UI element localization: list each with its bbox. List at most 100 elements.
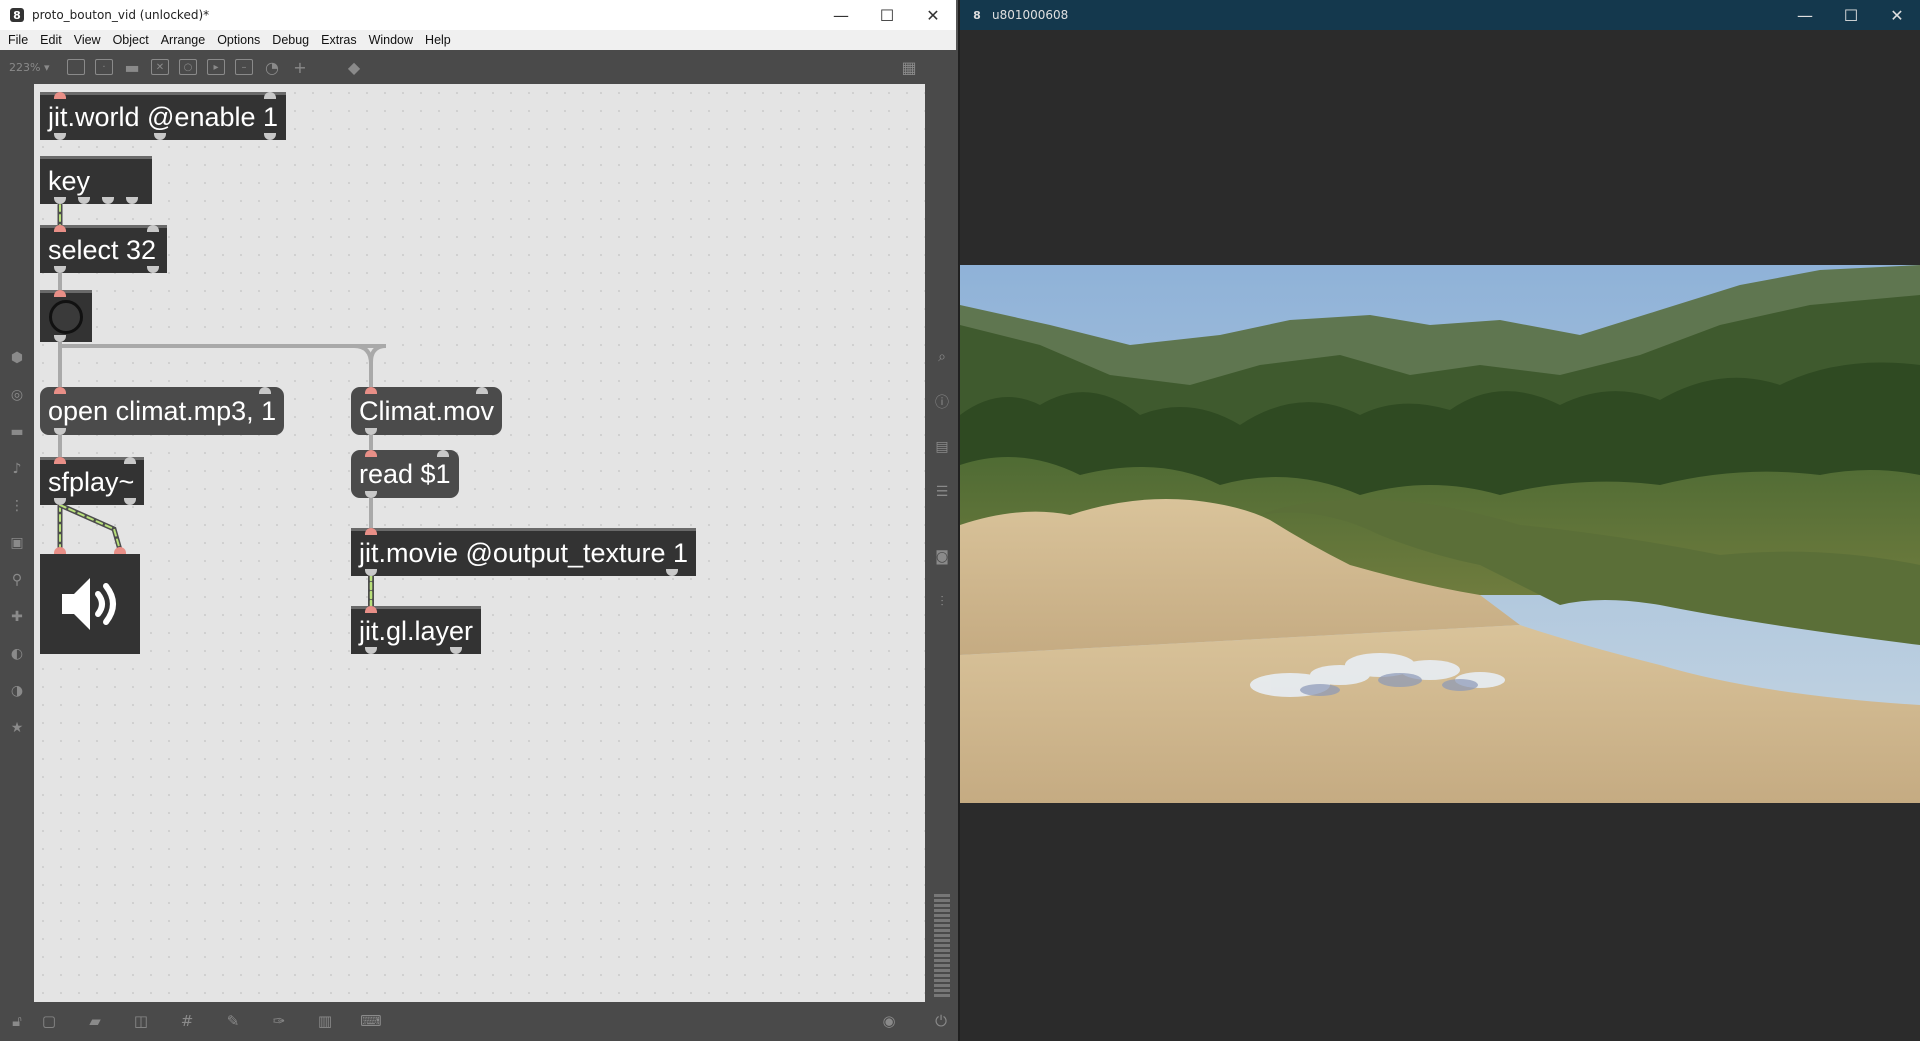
right-sidebar: ⌕ ⓘ ▤ ☰ ◙ ⫶	[925, 84, 958, 1002]
puzzle-icon[interactable]: ✚	[8, 608, 26, 626]
comment-icon[interactable]: ▬	[123, 58, 141, 77]
max-window-title: proto_bouton_vid (unlocked)*	[32, 8, 210, 22]
menu-object[interactable]: Object	[107, 30, 155, 50]
target-icon[interactable]: ◎	[8, 386, 26, 404]
read-msg-inlet[interactable]	[365, 450, 377, 457]
key-label: key	[48, 166, 91, 196]
menu-debug[interactable]: Debug	[266, 30, 315, 50]
cube-icon[interactable]: ⬢	[8, 349, 26, 367]
climat-msg-inlet[interactable]	[365, 387, 377, 394]
minimize-button[interactable]: —	[818, 0, 864, 30]
music-note-icon[interactable]: ♪	[8, 460, 26, 478]
jit-gl-layer-label: jit.gl.layer	[359, 616, 474, 646]
speaker-icon	[62, 578, 116, 630]
toggle-icon[interactable]: ▸	[207, 59, 225, 75]
camera-icon[interactable]: ◙	[933, 548, 951, 566]
jitter-close-button[interactable]: ✕	[1874, 0, 1920, 30]
presentation-icon[interactable]	[67, 59, 85, 75]
ezdac-speaker-object[interactable]	[40, 554, 140, 654]
jitter-titlebar[interactable]: 8 u801000608 — ☐ ✕	[960, 0, 1920, 30]
bang-inlet[interactable]	[54, 290, 66, 297]
sfplay-inlet[interactable]	[54, 457, 66, 464]
layers-icon[interactable]: ◫	[132, 1012, 150, 1030]
sfplay-inlet-right[interactable]	[124, 457, 136, 464]
open-msg-inlet[interactable]	[54, 387, 66, 394]
patch-canvas[interactable]: jit.world @enable 1 key select 32 open c…	[34, 84, 925, 1002]
star-icon[interactable]: ★	[8, 719, 26, 737]
info-circle-icon[interactable]: ◑	[8, 682, 26, 700]
add-icon[interactable]: +	[291, 58, 309, 77]
jit-world-label: jit.world @enable 1	[48, 102, 279, 132]
menu-arrange[interactable]: Arrange	[155, 30, 211, 50]
tracks-icon[interactable]: ⋮	[8, 497, 26, 515]
max-app-icon: 8	[10, 8, 24, 22]
grid-icon[interactable]: ▦	[900, 58, 918, 77]
jit-gl-layer-inlet[interactable]	[365, 606, 377, 613]
climat-msg-inlet-right[interactable]	[476, 387, 488, 394]
book-icon[interactable]: ▤	[933, 438, 951, 456]
zoom-level[interactable]: 223% ▾	[9, 61, 67, 74]
sfplay-label: sfplay~	[48, 467, 135, 497]
paint-icon[interactable]: ◆	[345, 58, 363, 77]
bang-ring-icon	[49, 300, 83, 334]
jitter-minimize-button[interactable]: —	[1782, 0, 1828, 30]
jit-movie-inlet[interactable]	[365, 528, 377, 535]
max-window-controls: — ☐ ✕	[818, 0, 956, 30]
lock-icon[interactable]: 🔓︎	[8, 1012, 26, 1030]
wrench-icon[interactable]: ✑	[270, 1012, 288, 1030]
menu-bar: File Edit View Object Arrange Options De…	[0, 30, 956, 50]
number-icon[interactable]: –	[235, 59, 253, 75]
jitter-maximize-button[interactable]: ☐	[1828, 0, 1874, 30]
link-icon[interactable]: ⚲	[8, 571, 26, 589]
menu-window[interactable]: Window	[363, 30, 419, 50]
close-button[interactable]: ✕	[910, 0, 956, 30]
jit-world-inlet-right[interactable]	[264, 92, 276, 99]
panel-icon[interactable]: ▬	[8, 423, 26, 441]
message-icon[interactable]: ✕	[151, 59, 169, 75]
menu-extras[interactable]: Extras	[315, 30, 362, 50]
select-label: select 32	[48, 235, 157, 265]
jitter-render-window: 8 u801000608 — ☐ ✕	[960, 0, 1920, 1041]
menu-edit[interactable]: Edit	[34, 30, 68, 50]
maximize-button[interactable]: ☐	[864, 0, 910, 30]
comment-bubble-icon[interactable]: ▰	[86, 1012, 104, 1030]
ezdac-inlet-right[interactable]	[114, 547, 126, 554]
object-icon[interactable]: ·	[95, 59, 113, 75]
left-toolbar: ⬢ ◎ ▬ ♪ ⋮ ▣ ⚲ ✚ ◐ ◑ ★	[0, 84, 34, 1002]
menu-file[interactable]: File	[0, 30, 34, 50]
image-icon[interactable]: ▣	[8, 534, 26, 552]
menu-help[interactable]: Help	[419, 30, 457, 50]
dial-icon[interactable]: ◔	[263, 58, 281, 77]
jit-movie-label: jit.movie @output_texture 1	[359, 538, 689, 568]
open-climat-message[interactable]: open climat.mp3, 1	[40, 387, 285, 435]
search-icon[interactable]: ⌕	[933, 348, 951, 366]
mixer-icon[interactable]: ⫶	[933, 593, 951, 611]
piano-icon[interactable]: ▥	[316, 1012, 334, 1030]
video-frame-image	[960, 265, 1920, 803]
power-icon[interactable]: ⏻	[932, 1012, 950, 1030]
menu-options[interactable]: Options	[211, 30, 266, 50]
ezdac-inlet-left[interactable]	[54, 547, 66, 554]
read-msg-inlet-right[interactable]	[437, 450, 449, 457]
bang-button[interactable]	[40, 290, 92, 342]
jitter-window-controls: — ☐ ✕	[1782, 0, 1920, 30]
snap-icon[interactable]: ✎	[224, 1012, 242, 1030]
vst-icon[interactable]: ◐	[8, 645, 26, 663]
max-titlebar[interactable]: 8 proto_bouton_vid (unlocked)* — ☐ ✕	[0, 0, 956, 30]
keyboard-icon[interactable]: ⌨	[360, 1012, 382, 1030]
menu-view[interactable]: View	[68, 30, 107, 50]
transport-icon[interactable]: ◉	[880, 1012, 898, 1030]
jit-world-inlet[interactable]	[54, 92, 66, 99]
climat-mov-label: Climat.mov	[359, 395, 495, 426]
info-icon[interactable]: ⓘ	[933, 393, 951, 411]
grid-toggle-icon[interactable]: #	[178, 1012, 196, 1030]
jit-movie-object[interactable]: jit.movie @output_texture 1	[351, 528, 697, 576]
presentation-mode-icon[interactable]: ▢	[40, 1012, 58, 1030]
list-icon[interactable]: ☰	[933, 483, 951, 501]
button-icon[interactable]: ○	[179, 59, 197, 75]
select-inlet-left[interactable]	[54, 225, 66, 232]
open-msg-inlet-right[interactable]	[259, 387, 271, 394]
open-climat-label: open climat.mp3, 1	[48, 395, 277, 426]
render-area[interactable]	[960, 30, 1920, 1041]
select-inlet-right[interactable]	[147, 225, 159, 232]
